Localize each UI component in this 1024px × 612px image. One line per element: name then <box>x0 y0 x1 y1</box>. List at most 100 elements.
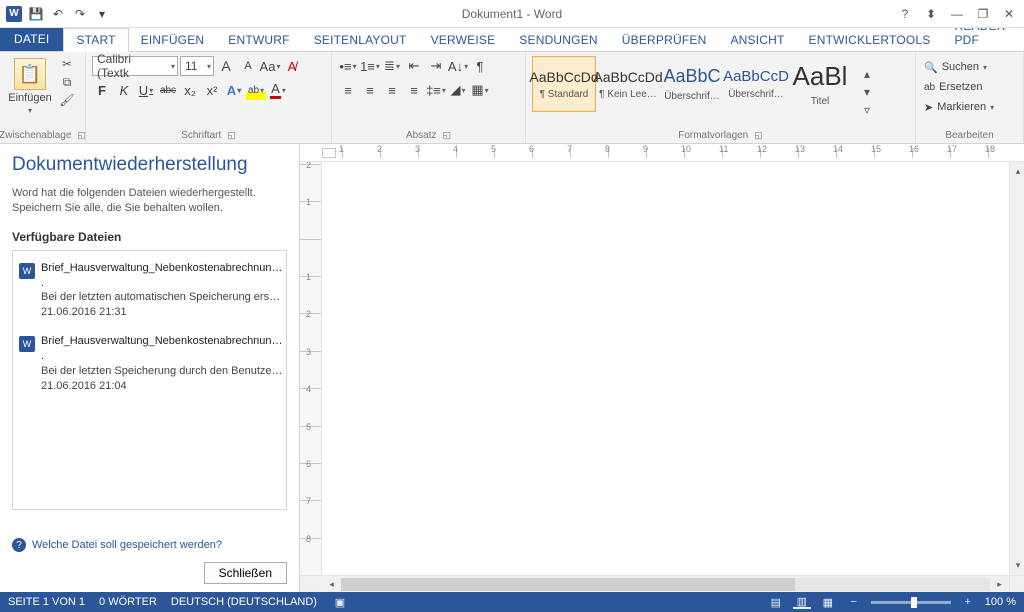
scroll-up-icon[interactable]: ▴ <box>1011 164 1024 179</box>
styles-scroll-down-icon[interactable]: ▾ <box>858 84 876 100</box>
close-icon[interactable]: ✕ <box>998 4 1020 24</box>
minimize-icon[interactable]: — <box>946 4 968 24</box>
recovery-file-1[interactable]: WBrief_Hausverwaltung_Nebenkostenabrechn… <box>17 330 282 403</box>
sort-button[interactable]: A↓ <box>448 56 468 76</box>
change-case-button[interactable]: Aa <box>260 56 280 76</box>
underline-button[interactable]: U <box>136 80 156 100</box>
group-styles: AaBbCcDd¶ StandardAaBbCcDd¶ Kein Lee…AaB… <box>526 52 916 143</box>
zoom-in-icon[interactable]: + <box>959 595 977 609</box>
style-1[interactable]: AaBbCcDd¶ Kein Lee… <box>596 56 660 112</box>
qat-redo-icon[interactable]: ↷ <box>70 4 90 24</box>
superscript-button[interactable]: x² <box>202 80 222 100</box>
ribbon-display-icon[interactable]: ⬍ <box>920 4 942 24</box>
font-size-combo[interactable]: 11▾ <box>180 56 214 76</box>
tab-ansicht[interactable]: ANSICHT <box>718 29 796 51</box>
status-words[interactable]: 0 WÖRTER <box>99 596 157 608</box>
ruler-corner-icon[interactable] <box>322 148 336 158</box>
view-print-icon[interactable]: ▥ <box>793 595 811 609</box>
find-button[interactable]: 🔍Suchen▾ <box>922 58 989 76</box>
help-icon[interactable]: ? <box>894 4 916 24</box>
status-bar: SEITE 1 VON 1 0 WÖRTER DEUTSCH (DEUTSCHL… <box>0 592 1024 612</box>
recovery-close-button[interactable]: Schließen <box>204 562 287 584</box>
zoom-out-icon[interactable]: − <box>845 595 863 609</box>
clear-format-button[interactable]: A̸ <box>282 56 302 76</box>
bold-button[interactable]: F <box>92 80 112 100</box>
format-painter-icon[interactable]: 🖌 <box>58 92 76 108</box>
multilevel-button[interactable]: ≣ <box>382 56 402 76</box>
style-3[interactable]: AaBbCcDÜberschrif… <box>724 56 788 112</box>
paste-button[interactable]: 📋 Einfügen ▾ <box>6 56 54 117</box>
recovery-file-list[interactable]: WBrief_Hausverwaltung_Nebenkostenabrechn… <box>12 250 287 510</box>
highlight-button[interactable]: ab <box>246 80 266 100</box>
numbering-button[interactable]: 1≡ <box>360 56 380 76</box>
restore-icon[interactable]: ❐ <box>972 4 994 24</box>
zoom-slider[interactable] <box>871 601 951 604</box>
shrink-font-button[interactable]: A <box>238 56 258 76</box>
style-4[interactable]: AaBlTitel <box>788 56 852 112</box>
borders-button[interactable]: ▦ <box>470 80 490 100</box>
align-right-button[interactable]: ≡ <box>382 80 402 100</box>
font-color-button[interactable]: A <box>268 80 288 100</box>
zoom-level[interactable]: 100 % <box>985 596 1016 608</box>
strike-button[interactable]: abc <box>158 80 178 100</box>
tab-einfuegen[interactable]: EINFÜGEN <box>129 29 217 51</box>
replace-button[interactable]: abErsetzen <box>922 78 985 96</box>
horizontal-ruler[interactable]: 123456789101112131415161718 <box>300 144 1024 162</box>
tab-verweise[interactable]: VERWEISE <box>419 29 508 51</box>
dialog-launcher-icon[interactable]: ◱ <box>443 130 452 141</box>
style-2[interactable]: AaBbCÜberschrif… <box>660 56 724 112</box>
dialog-launcher-icon[interactable]: ◱ <box>227 130 236 141</box>
status-page[interactable]: SEITE 1 VON 1 <box>8 596 85 608</box>
document-page[interactable] <box>322 162 1009 575</box>
text-effects-button[interactable]: A <box>224 80 244 100</box>
align-left-button[interactable]: ≡ <box>338 80 358 100</box>
sign-in-link[interactable]: Anmelden <box>1018 29 1024 51</box>
scroll-right-icon[interactable]: ▸ <box>992 577 1007 592</box>
font-name-combo[interactable]: Calibri (Textk▾ <box>92 56 178 76</box>
tab-sendungen[interactable]: SENDUNGEN <box>507 29 609 51</box>
dialog-launcher-icon[interactable]: ◱ <box>754 130 763 141</box>
document-title: Dokument1 - Word <box>0 7 1024 21</box>
macro-record-icon[interactable]: ▣ <box>331 595 349 609</box>
status-language[interactable]: DEUTSCH (DEUTSCHLAND) <box>171 596 317 608</box>
line-spacing-button[interactable]: ‡≡ <box>426 80 446 100</box>
qat-undo-icon[interactable]: ↶ <box>48 4 68 24</box>
bullets-button[interactable]: •≡ <box>338 56 358 76</box>
tab-datei[interactable]: DATEI <box>0 27 63 51</box>
tab-ueberpruefen[interactable]: ÜBERPRÜFEN <box>610 29 719 51</box>
word-file-icon: W <box>19 263 35 279</box>
tab-seitenlayout[interactable]: SEITENLAYOUT <box>302 29 419 51</box>
recovery-help-link[interactable]: ? Welche Datei soll gespeichert werden? <box>12 538 287 552</box>
view-read-icon[interactable]: ▤ <box>767 595 785 609</box>
indent-button[interactable]: ⇥ <box>426 56 446 76</box>
outdent-button[interactable]: ⇤ <box>404 56 424 76</box>
vertical-scrollbar[interactable]: ▴ ▾ <box>1009 162 1024 575</box>
horizontal-scrollbar[interactable]: ◂ ▸ <box>322 575 1009 592</box>
view-web-icon[interactable]: ▦ <box>819 595 837 609</box>
copy-icon[interactable]: ⧉ <box>58 74 76 90</box>
justify-button[interactable]: ≡ <box>404 80 424 100</box>
styles-scroll-up-icon[interactable]: ▴ <box>858 66 876 82</box>
align-center-button[interactable]: ≡ <box>360 80 380 100</box>
style-0[interactable]: AaBbCcDd¶ Standard <box>532 56 596 112</box>
cut-icon[interactable]: ✂ <box>58 56 76 72</box>
shading-button[interactable]: ◢ <box>448 80 468 100</box>
tab-entwicklertools[interactable]: ENTWICKLERTOOLS <box>797 29 943 51</box>
styles-more-icon[interactable]: ▿ <box>858 102 876 118</box>
italic-button[interactable]: K <box>114 80 134 100</box>
tab-entwurf[interactable]: ENTWURF <box>216 29 301 51</box>
select-button[interactable]: ➤Markieren▾ <box>922 98 996 116</box>
qat-save-icon[interactable]: 💾 <box>26 4 46 24</box>
tab-start[interactable]: START <box>63 28 128 52</box>
subscript-button[interactable]: x₂ <box>180 80 200 100</box>
dialog-launcher-icon[interactable]: ◱ <box>77 130 86 141</box>
scroll-left-icon[interactable]: ◂ <box>324 577 339 592</box>
grow-font-button[interactable]: A <box>216 56 236 76</box>
vertical-ruler[interactable]: 2112345678 <box>300 162 322 575</box>
cursor-icon: ➤ <box>924 101 933 114</box>
qat-customize-icon[interactable]: ▾ <box>92 4 112 24</box>
scroll-down-icon[interactable]: ▾ <box>1011 558 1024 573</box>
recovery-file-0[interactable]: WBrief_Hausverwaltung_Nebenkostenabrechn… <box>17 257 282 330</box>
show-marks-button[interactable]: ¶ <box>470 56 490 76</box>
help-circle-icon: ? <box>12 538 26 552</box>
